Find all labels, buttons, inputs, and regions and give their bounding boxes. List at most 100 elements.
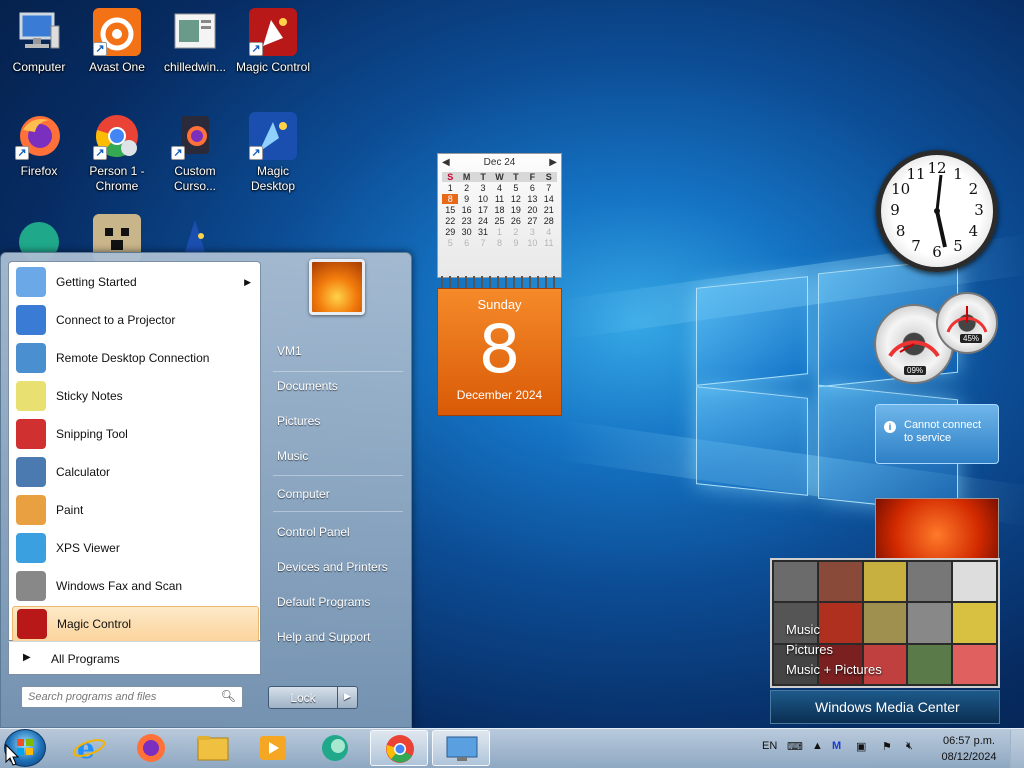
feed-gadget[interactable]: i Cannot connect to service: [875, 404, 999, 464]
taskbar-chrome[interactable]: [370, 730, 428, 766]
calendar-day-cell[interactable]: 4: [491, 183, 507, 193]
start-item-fax-scan[interactable]: Windows Fax and Scan: [12, 568, 259, 604]
calendar-next-icon[interactable]: ▶: [549, 157, 557, 168]
calendar-day-cell[interactable]: 10: [524, 238, 540, 248]
desktop-icon-chrome[interactable]: ↗ Person 1 - Chrome: [79, 112, 155, 194]
calendar-day-cell[interactable]: 19: [508, 205, 524, 215]
network-icon[interactable]: ▣: [856, 740, 866, 753]
start-item-magic-control[interactable]: Magic Control: [12, 606, 259, 642]
calendar-day-cell[interactable]: 7: [541, 183, 557, 193]
calendar-day-cell[interactable]: 3: [475, 183, 491, 193]
calendar-day-cell[interactable]: 29: [442, 227, 458, 237]
malwarebytes-icon[interactable]: M: [832, 740, 841, 752]
start-right-item-help-and-support[interactable]: Help and Support: [269, 623, 405, 651]
taskbar-file-explorer[interactable]: [186, 730, 240, 766]
start-item-xps-viewer[interactable]: XPS Viewer: [12, 530, 259, 566]
all-programs-button[interactable]: ▶ All Programs: [8, 641, 261, 675]
search-input[interactable]: Search programs and files 🔍︎: [21, 686, 243, 708]
calendar-day-cell[interactable]: 2: [508, 227, 524, 237]
volume-muted-icon[interactable]: 🔇︎: [906, 740, 913, 753]
calendar-day-cell[interactable]: 15: [442, 205, 458, 215]
start-right-item-control-panel[interactable]: Control Panel: [269, 518, 405, 546]
calendar-day-cell[interactable]: 26: [508, 216, 524, 226]
calendar-day-cell[interactable]: 22: [442, 216, 458, 226]
media-center-gadget[interactable]: Music Pictures Music + Pictures Windows …: [770, 558, 1000, 726]
desktop-icon-computer[interactable]: Computer: [1, 8, 77, 75]
taskbar-remote-desktop[interactable]: [432, 730, 490, 766]
media-item-music-pictures[interactable]: Music + Pictures: [786, 660, 882, 680]
start-item-sticky-notes[interactable]: Sticky Notes: [12, 378, 259, 414]
start-right-item-vm1[interactable]: VM1: [269, 337, 405, 365]
lock-options-icon[interactable]: ▶: [337, 687, 357, 708]
search-icon[interactable]: 🔍︎: [221, 689, 236, 703]
calendar-day-view[interactable]: Sunday 8 December 2024: [437, 288, 562, 416]
language-indicator[interactable]: EN: [762, 740, 777, 752]
start-right-item-default-programs[interactable]: Default Programs: [269, 588, 405, 616]
calendar-day-cell[interactable]: 7: [475, 238, 491, 248]
calendar-day-cell[interactable]: 23: [458, 216, 474, 226]
calendar-day-cell[interactable]: 11: [541, 238, 557, 248]
desktop-icon-magic-desktop[interactable]: ↗ Magic Desktop: [235, 112, 311, 194]
calendar-day-cell[interactable]: 6: [458, 238, 474, 248]
desktop-icon-magic-control[interactable]: ↗ Magic Control: [235, 8, 311, 75]
calendar-day-cell[interactable]: 18: [491, 205, 507, 215]
media-item-pictures[interactable]: Pictures: [786, 640, 882, 660]
calendar-day-cell[interactable]: 30: [458, 227, 474, 237]
start-item-projector[interactable]: Connect to a Projector: [12, 302, 259, 338]
start-item-remote-desktop[interactable]: Remote Desktop Connection: [12, 340, 259, 376]
calendar-day-cell[interactable]: 12: [508, 194, 524, 204]
calendar-day-cell[interactable]: 5: [508, 183, 524, 193]
clock-gadget[interactable]: 12 1 2 3 4 5 6 7 8 9 10 11: [876, 150, 998, 272]
calendar-prev-icon[interactable]: ◀: [442, 157, 450, 168]
desktop-icon-chilledwin[interactable]: chilledwin...: [157, 8, 233, 75]
start-right-item-music[interactable]: Music: [269, 442, 405, 470]
show-desktop-button[interactable]: [1010, 730, 1024, 768]
calendar-day-cell[interactable]: 1: [442, 183, 458, 193]
calendar-day-cell[interactable]: 10: [475, 194, 491, 204]
media-item-music[interactable]: Music: [786, 620, 882, 640]
calendar-day-cell[interactable]: 8: [491, 238, 507, 248]
calendar-day-cell[interactable]: 16: [458, 205, 474, 215]
action-center-flag-icon[interactable]: ⚑: [882, 740, 892, 753]
calendar-day-cell[interactable]: 27: [524, 216, 540, 226]
calendar-day-cell[interactable]: 11: [491, 194, 507, 204]
start-item-snipping-tool[interactable]: Snipping Tool: [12, 416, 259, 452]
calendar-day-cell[interactable]: 9: [508, 238, 524, 248]
calendar-day-cell[interactable]: 21: [541, 205, 557, 215]
show-hidden-icons-icon[interactable]: ▲: [812, 740, 823, 752]
calendar-day-cell[interactable]: 14: [541, 194, 557, 204]
start-right-item-pictures[interactable]: Pictures: [269, 407, 405, 435]
start-right-item-computer[interactable]: Computer: [269, 480, 405, 508]
taskbar-firefox[interactable]: [124, 730, 178, 766]
taskbar-media-player[interactable]: [246, 730, 300, 766]
taskbar-internet-explorer[interactable]: e: [62, 730, 116, 766]
calendar-gadget[interactable]: ◀ Dec 24 ▶ S M T W T F S 1 2 3 4 5 6 7 8 9 10 11 12 13 14 15 1…: [437, 153, 562, 416]
start-right-item-devices-and-printers[interactable]: Devices and Printers: [269, 553, 405, 581]
calendar-day-cell[interactable]: 24: [475, 216, 491, 226]
calendar-day-cell[interactable]: 5: [442, 238, 458, 248]
calendar-day-cell[interactable]: 3: [524, 227, 540, 237]
start-item-getting-started[interactable]: Getting Started ▶: [12, 264, 259, 300]
calendar-day-cell[interactable]: 20: [524, 205, 540, 215]
slideshow-gadget[interactable]: [875, 498, 999, 560]
start-right-item-documents[interactable]: Documents: [269, 372, 405, 400]
calendar-day-cell[interactable]: 17: [475, 205, 491, 215]
calendar-day-cell[interactable]: 4: [541, 227, 557, 237]
user-avatar[interactable]: [309, 259, 365, 315]
calendar-day-cell[interactable]: 2: [458, 183, 474, 193]
desktop-icon-firefox[interactable]: ↗ Firefox: [1, 112, 77, 179]
calendar-day-cell[interactable]: 25: [491, 216, 507, 226]
start-item-paint[interactable]: Paint: [12, 492, 259, 528]
calendar-day-cell[interactable]: 13: [524, 194, 540, 204]
taskbar-app[interactable]: [308, 730, 362, 766]
desktop-icon-avast[interactable]: ↗ Avast One: [79, 8, 155, 75]
calendar-day-cell[interactable]: 1: [491, 227, 507, 237]
calendar-day-cell[interactable]: 9: [458, 194, 474, 204]
lock-button[interactable]: Lock ▶: [268, 686, 358, 709]
calendar-day-cell[interactable]: 6: [524, 183, 540, 193]
desktop-icon-custom-cursor[interactable]: ↗ Custom Curso...: [157, 112, 233, 194]
keyboard-icon[interactable]: ⌨: [787, 740, 803, 753]
taskbar-clock[interactable]: 06:57 p.m. 08/12/2024: [936, 733, 1002, 765]
calendar-day-cell[interactable]: 8: [442, 194, 459, 204]
calendar-day-cell[interactable]: 31: [475, 227, 491, 237]
